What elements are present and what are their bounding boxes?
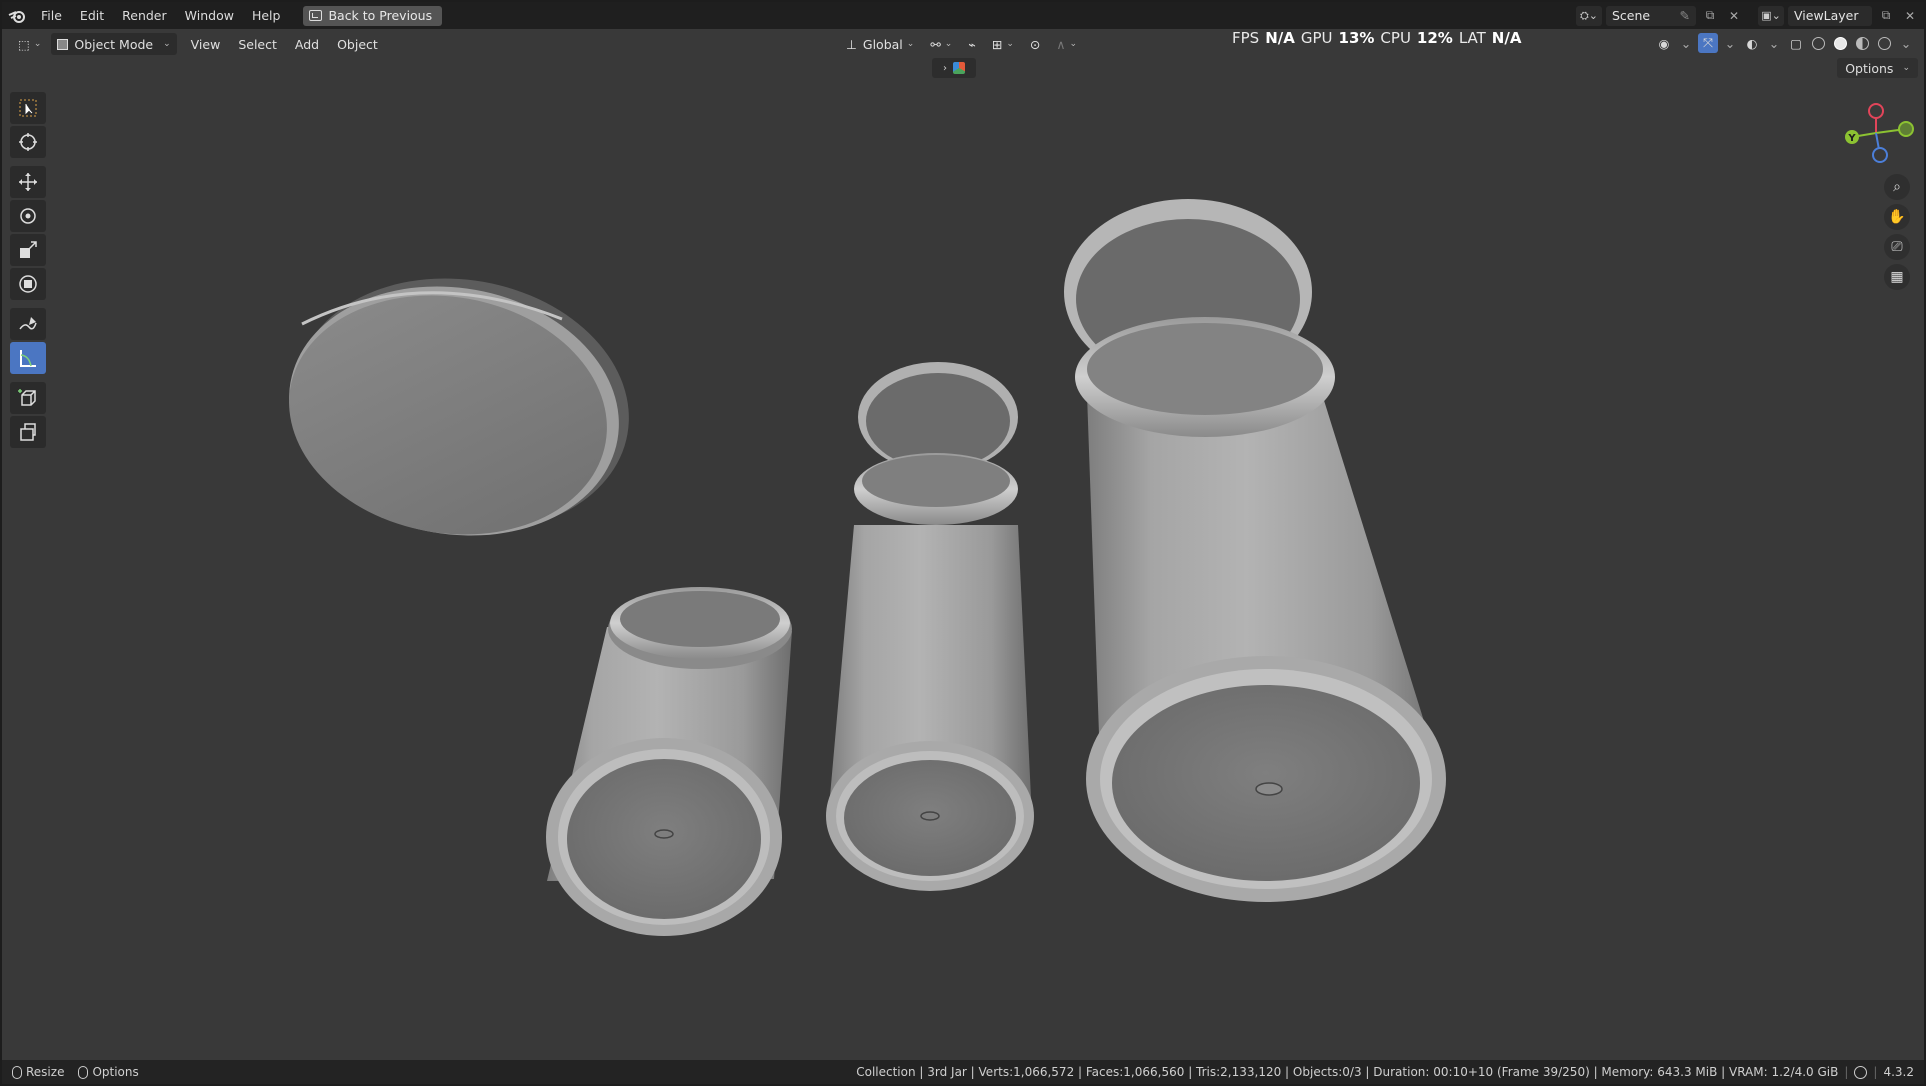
large-lid-object[interactable]	[269, 253, 649, 561]
menu-select[interactable]: Select	[232, 33, 283, 55]
wireframe-shading-icon[interactable]	[1808, 33, 1828, 53]
mouse-left-icon	[12, 1065, 22, 1079]
pin-icon[interactable]: ✎	[1680, 8, 1690, 23]
viewport-scene[interactable]	[2, 59, 1924, 1059]
annotate-tool-icon[interactable]	[10, 308, 46, 340]
view-layer-browse-icon[interactable]: ▣⌄	[1758, 5, 1784, 26]
back-icon	[309, 10, 323, 21]
menu-window[interactable]: Window	[176, 2, 243, 29]
overlays-icon[interactable]: ◐	[1742, 33, 1762, 53]
editor-type-icon[interactable]: ⬚ ⌄	[12, 33, 47, 55]
camera-view-icon[interactable]: ⎚	[1884, 234, 1910, 260]
scene-layer-selectors: ⛭⌄ Scene ✎ ⧉ ✕ ▣⌄ ViewLayer ⧉ ✕	[1576, 2, 1924, 29]
delete-scene-icon[interactable]: ✕	[1724, 6, 1744, 26]
mode-selector[interactable]: Object Mode ⌄	[51, 33, 177, 55]
chevron-down-icon: ⌄	[906, 39, 915, 49]
proportional-edit-icon[interactable]: ⊙	[1024, 33, 1046, 55]
tool-shelf	[10, 90, 50, 450]
top-menu-bar: File Edit Render Window Help Back to Pre…	[2, 2, 1924, 29]
zoom-icon[interactable]: ⌕	[1884, 174, 1910, 200]
measure-tool-icon[interactable]	[10, 342, 46, 374]
transform-orientation-selector[interactable]: ⊥ Global ⌄	[840, 33, 920, 55]
add-cube-tool-icon[interactable]	[10, 382, 46, 414]
gpu-value: 13%	[1338, 29, 1375, 47]
snap-icon[interactable]: ⌁	[962, 33, 982, 55]
mouse-right-icon	[78, 1065, 89, 1079]
fps-value: N/A	[1265, 29, 1295, 47]
scene-name: Scene	[1612, 8, 1651, 23]
status-hints: Resize Options	[2, 1065, 139, 1079]
menu-add[interactable]: Add	[289, 33, 325, 55]
blender-window: File Edit Render Window Help Back to Pre…	[2, 2, 1924, 1084]
performance-stats: FPS N/A GPU 13% CPU 12% LAT N/A	[1232, 29, 1521, 47]
view-layer-name: ViewLayer	[1794, 8, 1859, 23]
perspective-grid-icon[interactable]: ▦	[1884, 264, 1910, 290]
gpu-label: GPU	[1300, 29, 1333, 47]
pivot-point-icon[interactable]: ⚯ ⌄	[924, 33, 958, 55]
chevron-down-icon: ⌄	[163, 39, 171, 49]
falloff-icon[interactable]: ∧ ⌄	[1050, 33, 1083, 55]
scene-field[interactable]: Scene ✎	[1606, 5, 1696, 26]
orientation-icon: ⊥	[846, 36, 857, 52]
rendered-shading-icon[interactable]	[1874, 33, 1894, 53]
cpu-label: CPU	[1380, 29, 1411, 47]
gizmo-y-negative-icon	[1898, 121, 1914, 137]
version-text: 4.3.2	[1883, 1065, 1914, 1079]
material-shading-icon[interactable]	[1852, 33, 1872, 53]
gizmo-z-negative-icon	[1872, 147, 1888, 163]
menu-object[interactable]: Object	[331, 33, 384, 55]
menu-file[interactable]: File	[32, 2, 71, 29]
snap-target-icon[interactable]: ⊞ ⌄	[986, 33, 1020, 55]
rotate-tool-icon[interactable]	[10, 200, 46, 232]
move-tool-icon[interactable]	[10, 166, 46, 198]
visibility-icon[interactable]: ◉	[1654, 33, 1674, 53]
xray-icon[interactable]: ▢	[1786, 33, 1806, 53]
medium-jar-object[interactable]	[826, 362, 1034, 891]
transform-tools: ⊥ Global ⌄ ⚯ ⌄ ⌁ ⊞ ⌄ ⊙ ∧ ⌄	[840, 33, 1083, 55]
menu-render[interactable]: Render	[113, 2, 176, 29]
scale-tool-icon[interactable]	[10, 234, 46, 266]
pan-hand-icon[interactable]: ✋	[1884, 204, 1910, 230]
scene-browse-icon[interactable]: ⛭⌄	[1576, 5, 1602, 26]
scene-info-text: Collection | 3rd Jar | Verts:1,066,572 |…	[856, 1065, 1839, 1079]
shading-options-icon[interactable]: ⌄	[1896, 33, 1916, 53]
select-box-tool-icon[interactable]	[10, 92, 46, 124]
cpu-value: 12%	[1416, 29, 1453, 47]
object-mode-icon	[57, 38, 69, 50]
delete-view-layer-icon[interactable]: ✕	[1900, 6, 1920, 26]
navigation-gizmo[interactable]: Y	[1836, 97, 1916, 167]
menu-help[interactable]: Help	[243, 2, 290, 29]
small-jar-object[interactable]	[546, 587, 792, 936]
viewport-header: ⬚ ⌄ Object Mode ⌄ View Select Add Object …	[2, 29, 1924, 59]
gizmo-y-label: Y	[1847, 133, 1856, 144]
view-layer-field[interactable]: ViewLayer	[1788, 5, 1872, 26]
network-globe-icon	[1854, 1065, 1868, 1079]
menu-edit[interactable]: Edit	[71, 2, 113, 29]
lat-value: N/A	[1491, 29, 1522, 47]
solid-shading-icon[interactable]	[1830, 33, 1850, 53]
viewport-display-tools: ◉ ⌄ ⤧ ⌄ ◐ ⌄ ▢ ⌄	[1654, 33, 1916, 53]
new-scene-icon[interactable]: ⧉	[1700, 6, 1720, 26]
fps-label: FPS	[1232, 29, 1260, 47]
blender-logo-icon[interactable]	[2, 2, 32, 29]
mode-label: Object Mode	[74, 36, 154, 52]
lat-label: LAT	[1458, 29, 1486, 47]
cursor-tool-icon[interactable]	[10, 126, 46, 158]
transform-tool-icon[interactable]	[10, 268, 46, 300]
large-jar-object[interactable]	[1064, 199, 1446, 902]
new-view-layer-icon[interactable]: ⧉	[1876, 6, 1896, 26]
menu-view[interactable]: View	[185, 33, 227, 55]
gizmo-toggle-icon[interactable]: ⤧	[1698, 33, 1718, 53]
resize-hint: Resize	[26, 1065, 65, 1079]
extrude-tool-icon[interactable]	[10, 416, 46, 448]
scene-statistics: Collection | 3rd Jar | Verts:1,066,572 |…	[856, 1065, 1914, 1079]
back-to-previous-label: Back to Previous	[328, 8, 433, 23]
gizmo-x-negative-icon	[1868, 103, 1884, 119]
options-hint: Options	[92, 1065, 139, 1079]
orientation-label: Global	[862, 36, 903, 52]
status-bar: Resize Options Collection | 3rd Jar | Ve…	[2, 1060, 1924, 1084]
back-to-previous-button[interactable]: Back to Previous	[303, 5, 443, 26]
